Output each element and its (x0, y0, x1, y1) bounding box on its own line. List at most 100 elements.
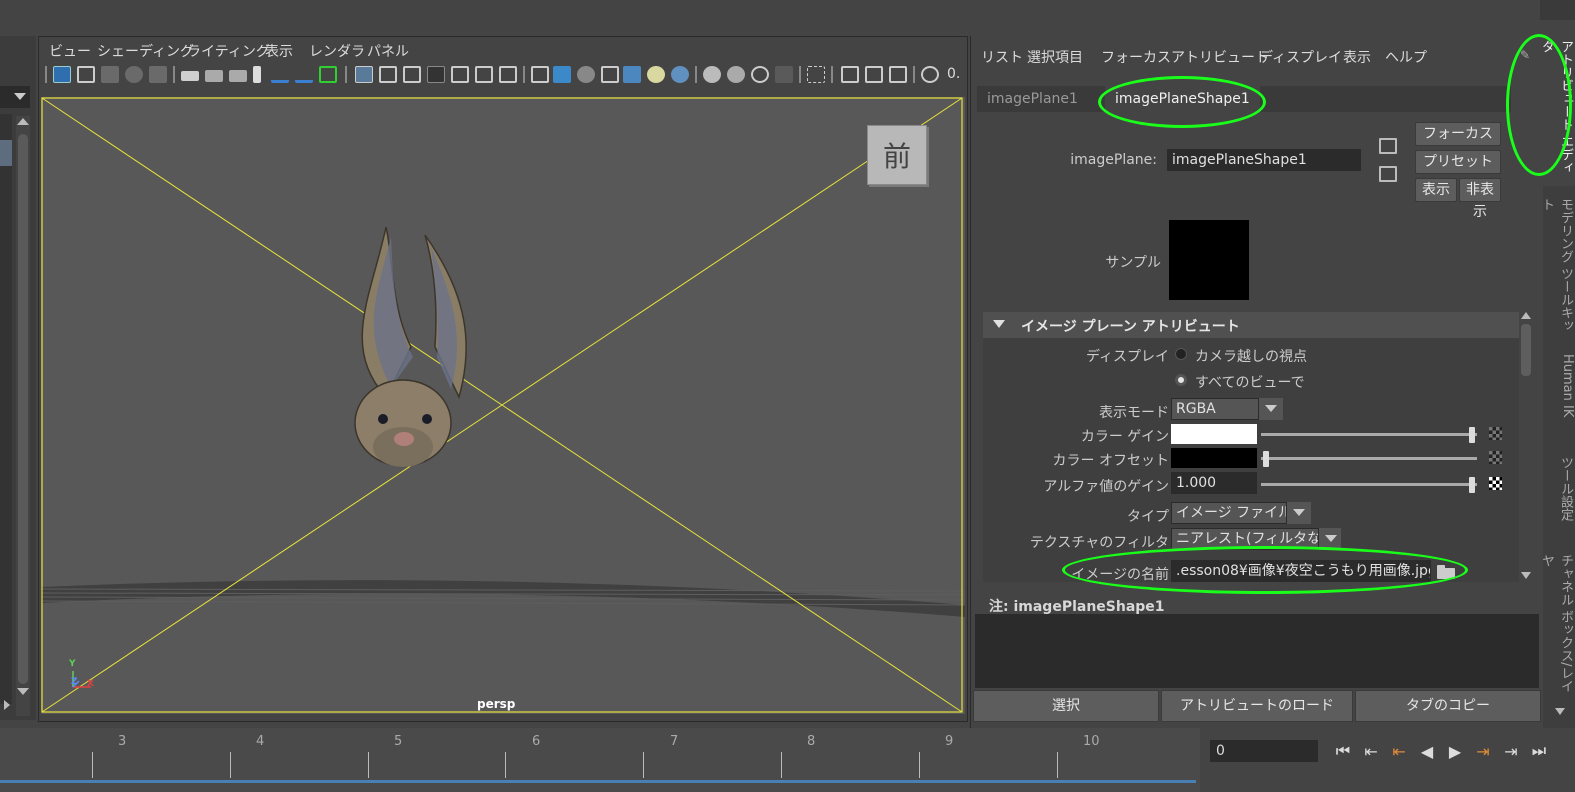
tab-modeling-toolkit[interactable]: モデリング ツールキット (1539, 194, 1575, 334)
tab-attribute-editor[interactable]: アトリビュート エディタ (1539, 36, 1575, 186)
alpha-gain-field[interactable]: 1.000 (1171, 472, 1257, 494)
tab-imageplaneshape1[interactable]: imagePlaneShape1 (1105, 86, 1260, 112)
go-to-end-icon[interactable]: ⏭ (1528, 740, 1550, 762)
time-slider[interactable]: 3 4 5 6 7 8 9 10 (0, 728, 1200, 792)
display-mode-select[interactable]: RGBA (1171, 398, 1259, 420)
image-plane-attributes-header[interactable]: イメージ プレーン アトリビュート (983, 312, 1519, 338)
node-name-field[interactable]: imagePlaneShape1 (1167, 149, 1361, 171)
xray-icon[interactable] (841, 66, 859, 83)
menu-focus[interactable]: フォーカス (1101, 47, 1171, 67)
alpha-gain-slider[interactable] (1261, 483, 1477, 486)
menu-renderer[interactable]: レンダラ (309, 41, 365, 61)
select-camera-icon[interactable] (53, 66, 71, 83)
color-offset-map-icon[interactable] (1489, 451, 1502, 464)
go-to-start-icon[interactable]: ⏮ (1332, 740, 1354, 762)
expand-right-icon[interactable] (4, 700, 10, 710)
select-button[interactable]: 選択 (973, 690, 1159, 722)
color-gain-slider[interactable] (1261, 433, 1477, 436)
motion-blur-icon[interactable] (727, 66, 745, 83)
tab-imageplane1[interactable]: imagePlane1 (977, 86, 1088, 112)
menu-shading[interactable]: シェーディング (97, 41, 194, 61)
play-forward-icon[interactable]: ▶ (1444, 740, 1466, 762)
ambient-occlusion-icon[interactable] (703, 66, 721, 83)
hide-button[interactable]: 非表示 (1459, 178, 1501, 220)
bookmarks-icon[interactable] (101, 66, 119, 83)
depth-of-field-icon[interactable] (775, 66, 793, 83)
scroll-up-icon[interactable] (1521, 312, 1531, 319)
menu-help[interactable]: ヘルプ (1385, 47, 1427, 67)
presets-button[interactable]: プリセット (1415, 150, 1501, 174)
grid-icon[interactable] (355, 66, 373, 83)
menu-selected[interactable]: 選択項目 (1027, 47, 1083, 67)
notes-textarea[interactable] (975, 614, 1539, 688)
image-plane-icon[interactable] (125, 66, 143, 83)
exposure-icon[interactable] (921, 66, 939, 83)
show-button[interactable]: 表示 (1415, 178, 1457, 202)
camera-lock-icon[interactable] (205, 70, 223, 82)
output-connections-icon[interactable] (1379, 166, 1397, 182)
pin-icon[interactable]: ✎ (1520, 48, 1530, 62)
radio-in-all-views[interactable] (1175, 374, 1187, 386)
color-gain-slider-handle[interactable] (1469, 427, 1475, 443)
lights-icon[interactable] (647, 66, 665, 83)
grease-pencil-icon[interactable] (271, 66, 289, 83)
scroll-down-icon[interactable] (1555, 708, 1565, 715)
chevron-down-icon[interactable] (1259, 398, 1283, 420)
play-backward-icon[interactable]: ◀ (1416, 740, 1438, 762)
load-attributes-button[interactable]: アトリビュートのロード (1161, 690, 1353, 722)
safe-action-icon[interactable] (475, 66, 493, 83)
safe-title-icon[interactable] (499, 66, 517, 83)
texture-filter-select[interactable]: ニアレスト(フィルタなし) (1171, 528, 1319, 550)
attributes-scrollbar-thumb[interactable] (1521, 324, 1531, 376)
alpha-gain-slider-handle[interactable] (1469, 477, 1475, 493)
camera-tumble-icon[interactable] (229, 70, 247, 82)
step-forward-key-icon[interactable]: ⇥ (1500, 740, 1522, 762)
color-offset-slider-handle[interactable] (1263, 451, 1269, 467)
menu-list[interactable]: リスト (981, 47, 1023, 67)
xray-components-icon[interactable] (889, 66, 907, 83)
menu-show[interactable]: 表示 (1343, 47, 1371, 67)
tab-channel-box[interactable]: チャネル ボックス/レイヤ (1539, 550, 1575, 700)
color-offset-swatch[interactable] (1171, 448, 1257, 468)
focus-button[interactable]: フォーカス (1415, 122, 1501, 146)
wireframe-on-shaded-icon[interactable] (601, 66, 619, 83)
left-scrollbar-thumb[interactable] (18, 134, 28, 684)
color-offset-slider[interactable] (1261, 457, 1477, 460)
viewport-canvas[interactable]: 前 Y Z X persp (41, 97, 965, 714)
alpha-gain-map-icon[interactable] (1489, 477, 1502, 490)
menu-show[interactable]: 表示 (265, 41, 293, 61)
pencil-icon[interactable] (319, 66, 337, 83)
scroll-up-icon[interactable] (17, 118, 29, 125)
step-back-frame-icon[interactable]: ⇤ (1388, 740, 1410, 762)
menu-attributes[interactable]: アトリビュート (1171, 47, 1269, 67)
resolution-gate-icon[interactable] (403, 66, 421, 83)
current-time-field[interactable]: 0 (1210, 740, 1318, 762)
left-list-selected-item[interactable] (0, 140, 12, 166)
menu-display[interactable]: ディスプレイ (1259, 47, 1342, 67)
tab-human-ik[interactable]: Human IK (1543, 350, 1575, 440)
field-chart-icon[interactable] (451, 66, 469, 83)
radio-looking-through-camera[interactable] (1175, 348, 1187, 360)
scroll-down-icon[interactable] (1521, 572, 1531, 579)
anti-aliasing-icon[interactable] (751, 66, 769, 83)
grid-snap-icon[interactable] (295, 66, 313, 83)
chevron-down-icon[interactable] (1287, 502, 1311, 524)
xray-joints-icon[interactable] (865, 66, 883, 83)
image-name-field[interactable]: .esson08¥画像¥夜空こうもり用画像.jpg (1171, 560, 1431, 582)
wireframe-icon[interactable] (531, 66, 549, 83)
film-gate-icon[interactable] (379, 66, 397, 83)
textured-icon[interactable] (623, 66, 641, 83)
attributes-scrollbar[interactable] (1519, 312, 1533, 582)
smooth-shade-icon[interactable] (553, 66, 571, 83)
input-connections-icon[interactable] (1379, 138, 1397, 154)
two-d-pan-icon[interactable] (149, 66, 167, 83)
bookmark-icon[interactable] (253, 66, 261, 83)
step-back-key-icon[interactable]: ⇤ (1360, 740, 1382, 762)
camera-icon[interactable] (181, 71, 199, 81)
camera-attributes-icon[interactable] (77, 66, 95, 83)
color-gain-map-icon[interactable] (1489, 427, 1502, 440)
isolate-select-icon[interactable] (807, 66, 825, 83)
tab-tool-settings[interactable]: ツール設定 (1543, 452, 1575, 538)
color-gain-swatch[interactable] (1171, 424, 1257, 444)
type-select[interactable]: イメージ ファイル (1171, 502, 1287, 524)
